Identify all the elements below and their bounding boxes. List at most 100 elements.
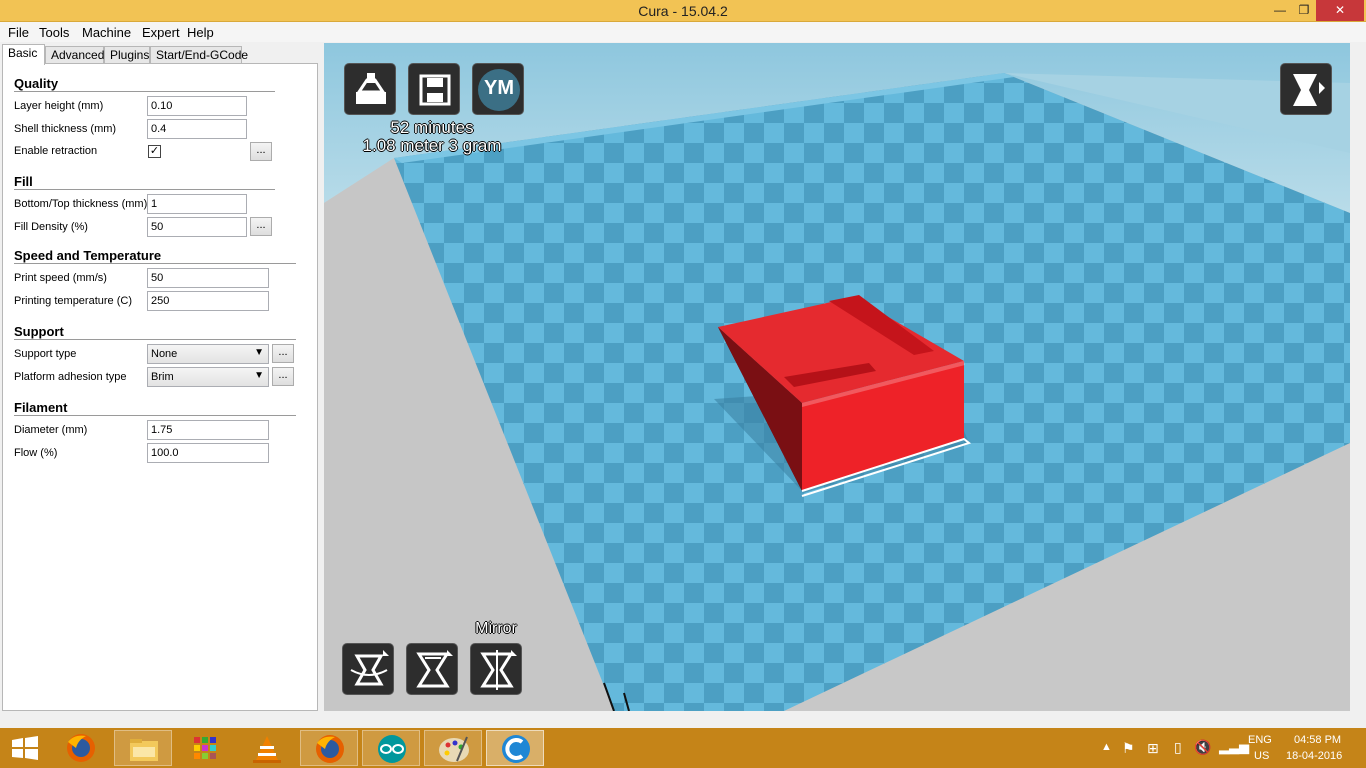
section-speed-temperature: Speed and Temperature	[14, 248, 162, 263]
scale-icon	[416, 650, 453, 688]
rotate-icon	[350, 650, 389, 686]
section-fill: Fill	[14, 174, 33, 189]
print-speed-input[interactable]: 50	[147, 268, 269, 288]
scale-button[interactable]	[406, 643, 458, 695]
ym-button[interactable]: YM	[472, 63, 524, 115]
clock-time[interactable]: 04:58 PM	[1294, 734, 1341, 746]
view-mode-icon	[1293, 74, 1325, 106]
settings-panel: Quality Layer height (mm) 0.10 Shell thi…	[2, 63, 318, 711]
mirror-icon	[480, 650, 517, 690]
taskbar-arduino[interactable]	[362, 730, 420, 766]
battery-icon[interactable]: ▯	[1174, 739, 1182, 756]
firefox-icon	[316, 735, 344, 763]
diameter-label: Diameter (mm)	[14, 424, 88, 436]
print-temperature-input[interactable]: 250	[147, 291, 269, 311]
section-quality: Quality	[14, 76, 59, 91]
view-mode-button[interactable]	[1280, 63, 1332, 115]
load-model-icon	[356, 73, 386, 104]
shell-thickness-input[interactable]: 0.4	[147, 119, 247, 139]
ym-label: YM	[484, 77, 514, 99]
fill-more-button[interactable]: ...	[250, 217, 272, 236]
volume-muted-icon[interactable]: 🔇	[1194, 739, 1211, 756]
print-temperature-label: Printing temperature (C)	[14, 295, 132, 307]
tab-plugins[interactable]: Plugins	[104, 46, 150, 64]
support-type-label: Support type	[14, 348, 77, 360]
retraction-checkbox[interactable]: ✓	[148, 145, 161, 158]
shell-thickness-label: Shell thickness (mm)	[14, 123, 117, 135]
save-toolpath-button[interactable]	[408, 63, 460, 115]
chevron-down-icon: ▼	[254, 347, 264, 358]
vlc-cone-icon	[253, 736, 281, 763]
cura-icon	[502, 735, 530, 763]
taskbar-firefox-window[interactable]	[300, 730, 358, 766]
taskbar: ▲ ⚑ ⊞ ▯ 🔇 ▂▃▅ ENG US 04:58 PM 18-04-2016	[0, 728, 1366, 768]
platform-adhesion-value: Brim	[151, 371, 174, 383]
taskbar-file-explorer[interactable]	[114, 730, 172, 766]
network-signal-icon[interactable]: ▂▃▅	[1219, 739, 1249, 755]
section-filament: Filament	[14, 400, 68, 415]
divider	[14, 415, 296, 416]
title-bar: Cura - 15.04.2 — ❐ ✕	[0, 0, 1366, 22]
menu-machine[interactable]: Machine	[82, 25, 131, 40]
rotate-button[interactable]	[342, 643, 394, 695]
divider	[14, 189, 275, 190]
section-support: Support	[14, 324, 64, 339]
fill-density-label: Fill Density (%)	[14, 221, 88, 233]
diameter-input[interactable]: 1.75	[147, 420, 269, 440]
print-time: 52 minutes	[390, 118, 474, 137]
arduino-icon	[378, 735, 406, 763]
mirror-button[interactable]	[470, 643, 522, 695]
action-center-flag-icon[interactable]: ⚑	[1122, 740, 1135, 757]
adhesion-more-button[interactable]: ...	[272, 367, 294, 386]
layer-height-label: Layer height (mm)	[14, 100, 104, 112]
flow-label: Flow (%)	[14, 447, 58, 459]
save-icon	[419, 74, 451, 106]
menu-bar: File Tools Machine Expert Help	[0, 22, 1366, 42]
load-model-button[interactable]	[344, 63, 396, 115]
chevron-down-icon: ▼	[254, 370, 264, 381]
show-hidden-icons[interactable]: ▲	[1101, 741, 1112, 753]
3d-viewport[interactable]: YM 52 minutes 1.08 meter 3 gram Mirror	[324, 43, 1350, 711]
taskbar-paint[interactable]	[424, 730, 482, 766]
layer-height-input[interactable]: 0.10	[147, 96, 247, 116]
taskbar-vlc[interactable]	[238, 730, 296, 766]
menu-expert[interactable]: Expert	[142, 25, 180, 40]
paint-palette-icon	[439, 736, 469, 762]
windows-tray-icon[interactable]: ⊞	[1147, 740, 1159, 757]
flow-input[interactable]: 100.0	[147, 443, 269, 463]
language-indicator[interactable]: ENG	[1248, 734, 1272, 746]
bottom-top-thickness-input[interactable]: 1	[147, 194, 247, 214]
tab-basic[interactable]: Basic	[2, 44, 45, 65]
region-indicator[interactable]: US	[1254, 750, 1269, 762]
taskbar-firefox[interactable]	[52, 730, 110, 766]
tab-advanced[interactable]: Advanced	[45, 46, 104, 64]
menu-file[interactable]: File	[8, 25, 29, 40]
platform-adhesion-label: Platform adhesion type	[14, 371, 127, 383]
divider	[14, 263, 296, 264]
clock-date[interactable]: 18-04-2016	[1286, 750, 1342, 762]
support-more-button[interactable]: ...	[272, 344, 294, 363]
bottom-top-thickness-label: Bottom/Top thickness (mm)	[14, 198, 148, 210]
fill-density-input[interactable]: 50	[147, 217, 247, 237]
windows-logo-icon	[12, 736, 38, 760]
menu-help[interactable]: Help	[187, 25, 214, 40]
firefox-icon	[67, 734, 95, 762]
platform-adhesion-select[interactable]: Brim ▼	[147, 367, 269, 387]
close-button[interactable]: ✕	[1316, 0, 1364, 21]
retraction-more-button[interactable]: ...	[250, 142, 272, 161]
tab-start-end-gcode[interactable]: Start/End-GCode	[150, 46, 248, 64]
divider	[14, 91, 275, 92]
taskbar-cura[interactable]	[486, 730, 544, 766]
divider	[14, 339, 296, 340]
material-usage: 1.08 meter 3 gram	[362, 136, 502, 155]
retraction-label: Enable retraction	[14, 145, 98, 157]
support-type-value: None	[151, 348, 178, 360]
print-speed-label: Print speed (mm/s)	[14, 272, 107, 284]
maximize-button[interactable]: ❐	[1290, 0, 1318, 21]
start-button[interactable]	[0, 730, 50, 766]
app-grid-icon	[194, 737, 216, 759]
mirror-tooltip: Mirror	[475, 620, 517, 637]
menu-tools[interactable]: Tools	[39, 25, 69, 40]
taskbar-store[interactable]	[176, 730, 234, 766]
support-type-select[interactable]: None ▼	[147, 344, 269, 364]
